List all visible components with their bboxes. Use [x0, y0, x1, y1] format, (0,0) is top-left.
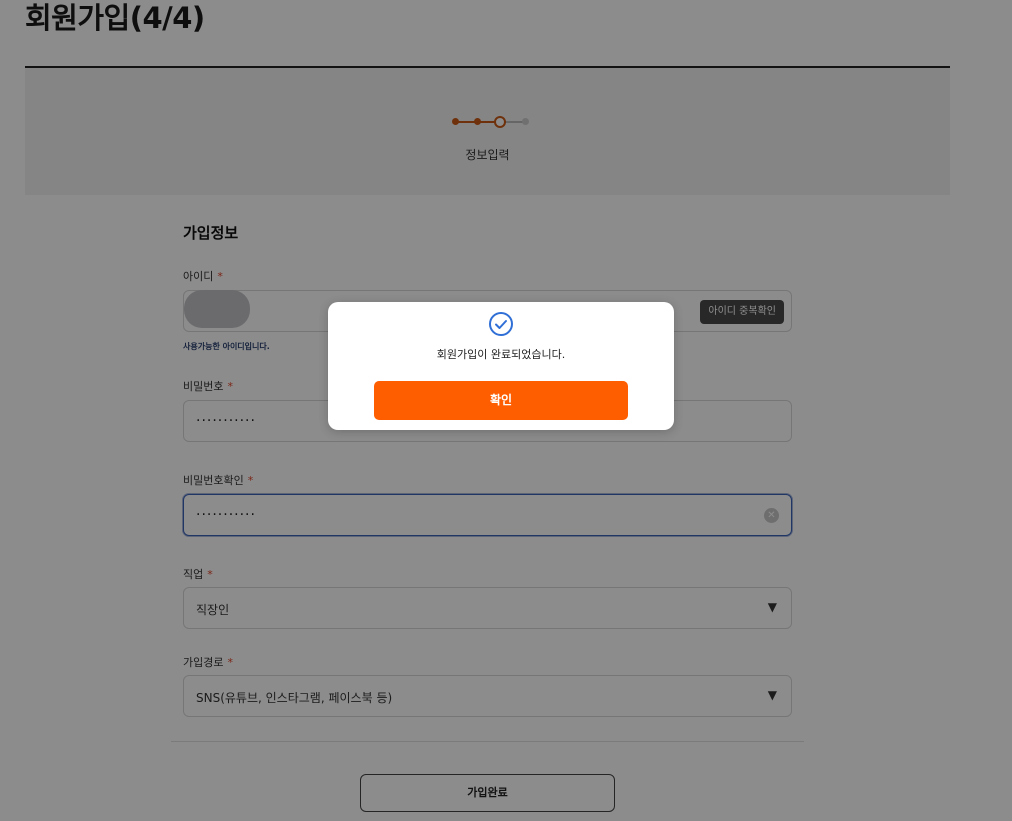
signup-complete-dialog: 회원가입이 완료되었습니다. 확인 [328, 302, 674, 430]
confirm-button[interactable]: 확인 [374, 381, 628, 420]
signup-page: 회원가입(4/4) 정보입력 가입정보 아이디 * 아이디 중복확인 사용가능한 … [0, 0, 1012, 821]
check-circle-icon [489, 312, 513, 336]
dialog-message: 회원가입이 완료되었습니다. [436, 348, 566, 361]
